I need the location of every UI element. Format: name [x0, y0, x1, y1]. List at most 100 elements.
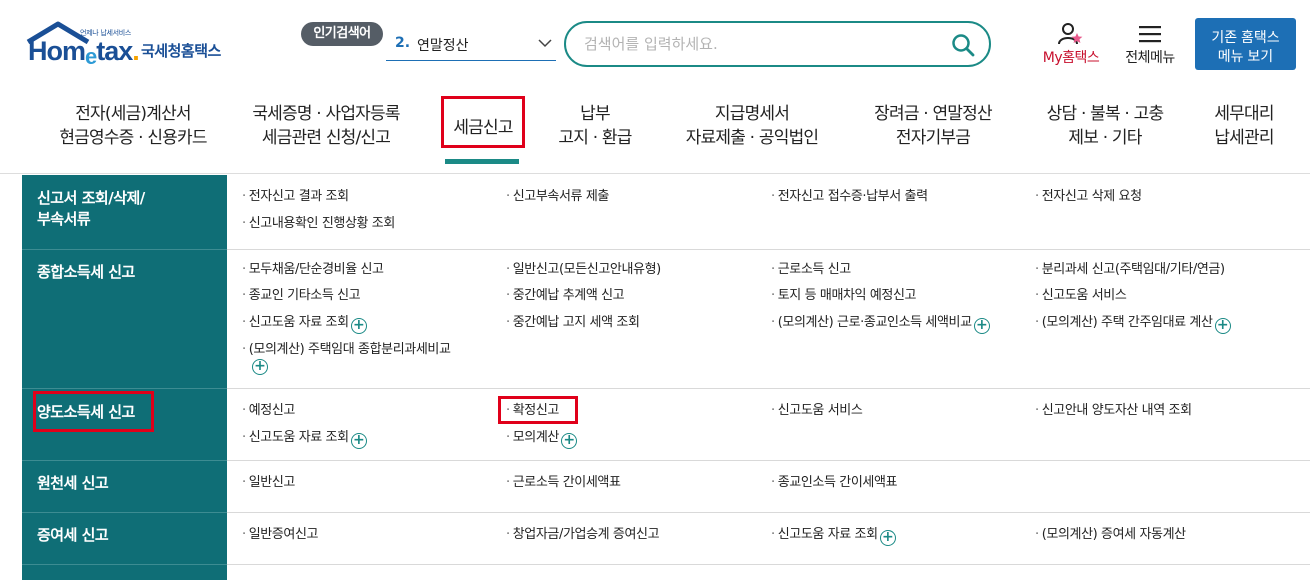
bullet: ·: [771, 262, 775, 277]
gnb-label: 자료제출 · 공익법인: [685, 128, 819, 148]
gnb-label: 현금영수증 · 신용카드: [59, 128, 207, 148]
category-global-income-tax[interactable]: 종합소득세 신고: [37, 262, 135, 283]
expand-plus-icon[interactable]: +: [879, 530, 896, 546]
search-icon[interactable]: [951, 33, 975, 57]
gnb-item-payment[interactable]: 납부 고지 · 환급: [540, 102, 650, 150]
gnb-label: 세무대리: [1214, 104, 1274, 124]
gnb-item-payment-statement[interactable]: 지급명세서 자료제출 · 공익법인: [672, 102, 832, 150]
bullet: ·: [506, 288, 510, 303]
category-divider: [22, 564, 227, 565]
menu-link[interactable]: · 신고도움 자료 조회 +: [242, 314, 367, 334]
popular-search-select[interactable]: 2. 연말정산: [386, 28, 556, 61]
menu-link[interactable]: · 토지 등 매매차익 예정신고: [771, 287, 916, 305]
active-tab-underline: [445, 159, 519, 164]
link-label: 전자신고 삭제 요청: [1041, 189, 1142, 204]
menu-link[interactable]: · 신고내용확인 진행상황 조회: [242, 215, 395, 233]
menu-link[interactable]: · 종교인소득 간이세액표: [771, 474, 897, 492]
my-hometax-label: My홈택스: [1042, 50, 1100, 66]
menu-link[interactable]: · 신고도움 자료 조회 +: [771, 526, 896, 546]
menu-link[interactable]: · 모두채움/단순경비율 신고: [242, 261, 384, 279]
menu-link[interactable]: · 전자신고 결과 조회: [242, 188, 349, 206]
link-label: 근로소득 간이세액표: [512, 475, 621, 490]
expand-plus-icon[interactable]: +: [560, 433, 577, 449]
link-label: (모의계산) 주택 간주임대료 계산: [1041, 315, 1213, 330]
bullet: ·: [242, 189, 246, 204]
bullet: ·: [242, 527, 246, 542]
bullet: ·: [771, 475, 775, 490]
bullet: ·: [242, 430, 246, 445]
hamburger-icon: [1139, 26, 1161, 43]
menu-link[interactable]: · 전자신고 접수증·납부서 출력: [771, 188, 928, 206]
link-label: 예정신고: [248, 403, 296, 418]
expand-plus-icon[interactable]: +: [350, 318, 367, 334]
old-hometax-menu-button[interactable]: 기존 홈택스 메뉴 보기: [1195, 18, 1296, 70]
category-report-inquiry[interactable]: 신고서 조회/삭제/ 부속서류: [37, 188, 145, 230]
bullet: ·: [506, 189, 510, 204]
hometax-logo[interactable]: 언제나 납세서비스 Hometax. 국세청홈택스: [24, 20, 239, 75]
popular-search-rank: 2.: [395, 35, 411, 51]
bullet: ·: [506, 262, 510, 277]
link-label: 신고안내 양도자산 내역 조회: [1041, 403, 1192, 418]
menu-link[interactable]: · (모의계산) 주택 간주임대료 계산 +: [1035, 314, 1231, 334]
menu-link[interactable]: · 예정신고: [242, 402, 295, 420]
link-label: (모의계산) 증여세 자동계산: [1041, 527, 1186, 542]
menu-link[interactable]: · 신고도움 서비스: [771, 402, 863, 420]
link-label: 창업자금/가업승계 증여신고: [512, 527, 660, 542]
gnb-item-certificates[interactable]: 국세증명 · 사업자등록 세금관련 신청/신고: [236, 102, 416, 150]
gnb-item-e-invoice[interactable]: 전자(세금)계산서 현금영수증 · 신용카드: [43, 102, 223, 150]
active-tab-highlight: [441, 96, 525, 148]
gnb-item-tax-agent[interactable]: 세무대리 납세관리: [1202, 102, 1286, 150]
category-label: 신고서 조회/삭제/: [37, 189, 145, 207]
bullet: ·: [1035, 189, 1039, 204]
menu-link[interactable]: · 전자신고 삭제 요청: [1035, 188, 1142, 206]
category-withholding-tax[interactable]: 원천세 신고: [37, 473, 109, 494]
category-label: 원천세 신고: [37, 474, 109, 492]
menu-link[interactable]: · 모의계산 +: [506, 429, 577, 449]
gnb-item-consulting[interactable]: 상담 · 불복 · 고충 제보 · 기타: [1030, 102, 1180, 150]
menu-link[interactable]: · 중간예납 고지 세액 조회: [506, 314, 640, 332]
gnb-label: 상담 · 불복 · 고충: [1046, 104, 1164, 124]
link-label: 전자신고 접수증·납부서 출력: [777, 189, 928, 204]
all-menu-button[interactable]: 전체메뉴: [1118, 22, 1182, 68]
menu-link[interactable]: · 일반신고(모든신고안내유형): [506, 261, 661, 279]
link-label: 분리과세 신고(주택임대/기타/연금): [1041, 262, 1225, 277]
gnb-label: 장려금 · 연말정산: [874, 104, 993, 124]
bullet: ·: [506, 315, 510, 330]
menu-link[interactable]: · 종교인 기타소득 신고: [242, 287, 361, 305]
menu-link[interactable]: · 신고도움 자료 조회 +: [242, 429, 367, 449]
bullet: ·: [242, 342, 246, 357]
link-label: 신고도움 자료 조회: [777, 527, 878, 542]
category-divider: [22, 249, 227, 250]
gnb-label: 전자기부금: [895, 128, 971, 148]
menu-link[interactable]: · 중간예납 추계액 신고: [506, 287, 625, 305]
bullet: ·: [506, 430, 510, 445]
link-label: 모두채움/단순경비율 신고: [248, 262, 384, 277]
my-hometax-button[interactable]: My홈택스: [1034, 22, 1108, 68]
expand-plus-icon[interactable]: +: [1214, 318, 1231, 334]
menu-link[interactable]: · 신고부속서류 제출: [506, 188, 609, 206]
bullet: ·: [771, 315, 775, 330]
bullet: ·: [242, 315, 246, 330]
bullet: ·: [506, 475, 510, 490]
menu-link[interactable]: · 일반신고: [242, 474, 295, 492]
menu-link[interactable]: · 분리과세 신고(주택임대/기타/연금): [1035, 261, 1225, 279]
menu-link[interactable]: · 창업자금/가업승계 증여신고: [506, 526, 660, 544]
logo-subtitle: 국세청홈택스: [141, 42, 221, 60]
all-menu-label: 전체메뉴: [1125, 50, 1175, 66]
category-gift-tax[interactable]: 증여세 신고: [37, 525, 109, 546]
link-label: 일반신고: [248, 475, 296, 490]
menu-link[interactable]: · 근로소득 신고: [771, 261, 851, 279]
search-input[interactable]: [584, 31, 944, 57]
menu-link[interactable]: · 근로소득 간이세액표: [506, 474, 621, 492]
menu-link[interactable]: · (모의계산) 증여세 자동계산: [1035, 526, 1186, 544]
menu-link[interactable]: · (모의계산) 근로·종교인소득 세액비교 +: [771, 314, 990, 334]
menu-link[interactable]: · 일반증여신고: [242, 526, 319, 544]
menu-link[interactable]: · (모의계산) 주택임대 종합분리과세비교: [242, 341, 451, 359]
expand-plus-icon[interactable]: +: [252, 359, 268, 375]
menu-link[interactable]: · 신고도움 서비스: [1035, 287, 1127, 305]
menu-link[interactable]: · 신고안내 양도자산 내역 조회: [1035, 402, 1192, 420]
expand-plus-icon[interactable]: +: [973, 318, 990, 334]
link-label: (모의계산) 근로·종교인소득 세액비교: [777, 315, 972, 330]
gnb-item-incentive[interactable]: 장려금 · 연말정산 전자기부금: [858, 102, 1008, 150]
expand-plus-icon[interactable]: +: [350, 433, 367, 449]
